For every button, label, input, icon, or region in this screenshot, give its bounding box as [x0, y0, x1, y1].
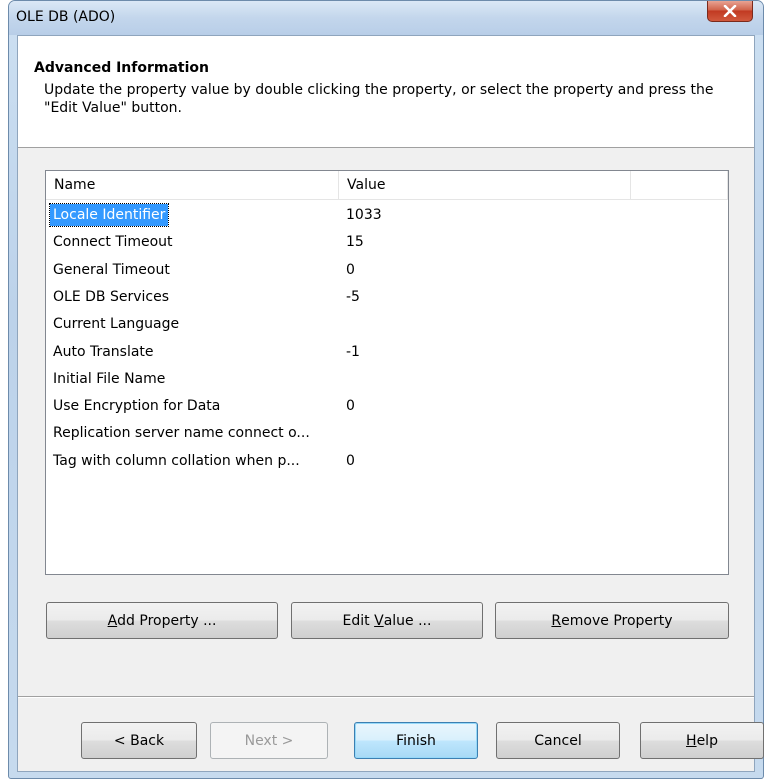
title-bar[interactable]: OLE DB (ADO): [9, 1, 763, 35]
column-header-value[interactable]: Value: [339, 171, 631, 199]
close-icon: [723, 5, 737, 17]
cancel-button[interactable]: Cancel: [496, 722, 620, 759]
property-value: -5: [346, 288, 360, 305]
table-row[interactable]: Tag with column collation when p... 0: [46, 448, 728, 475]
property-name: Tag with column collation when p...: [53, 452, 300, 469]
property-value: 1033: [346, 207, 382, 223]
add-property-label: dd Property ...: [117, 612, 217, 629]
property-name: Replication server name connect o...: [53, 425, 310, 442]
window-title: OLE DB (ADO): [16, 9, 116, 25]
back-button[interactable]: < Back: [81, 722, 197, 759]
help-button[interactable]: Help: [640, 722, 764, 759]
property-value: 0: [346, 398, 355, 415]
property-name: Auto Translate: [53, 343, 154, 360]
finish-button[interactable]: Finish: [354, 722, 478, 759]
property-name: Current Language: [53, 316, 180, 333]
properties-list[interactable]: Name Value Locale Identifier 1033 Connect …: [45, 170, 729, 575]
remove-property-mnemonic: R: [551, 612, 562, 629]
table-row[interactable]: Connect Timeout 15: [46, 229, 728, 256]
back-button-label: < Back: [113, 732, 165, 749]
cancel-button-label: Cancel: [534, 732, 582, 749]
property-value: -1: [346, 343, 360, 360]
add-property-button[interactable]: Add Property ...: [46, 602, 278, 639]
property-value: 0: [346, 261, 355, 278]
table-row[interactable]: Locale Identifier 1033: [46, 202, 728, 229]
edit-value-mnemonic: V: [374, 612, 384, 629]
next-button: Next >: [210, 722, 328, 759]
remove-property-label: emove Property: [561, 612, 673, 629]
table-row[interactable]: Auto Translate -1: [46, 339, 728, 366]
column-header-name[interactable]: Name: [46, 171, 339, 199]
property-name: Locale Identifier: [48, 203, 170, 227]
add-property-mnemonic: A: [107, 612, 118, 629]
next-button-label: Next >: [244, 732, 294, 749]
table-row[interactable]: OLE DB Services -5: [46, 284, 728, 311]
dialog-client-area: Advanced Information Update the property…: [17, 35, 764, 772]
page-title: Advanced Information: [34, 60, 209, 76]
dialog-window: OLE DB (ADO) Advanced Information Update…: [8, 0, 764, 779]
column-header-blank[interactable]: [631, 171, 728, 199]
property-name: Initial File Name: [53, 370, 166, 387]
property-name: General Timeout: [53, 261, 170, 278]
table-row[interactable]: Replication server name connect o...: [46, 420, 728, 447]
table-row[interactable]: General Timeout 0: [46, 257, 728, 284]
page-description: Update the property value by double clic…: [44, 82, 714, 116]
footer-separator: [18, 696, 754, 698]
edit-value-label-prefix: Edit: [342, 612, 375, 629]
table-row[interactable]: Use Encryption for Data 0: [46, 393, 728, 420]
close-button[interactable]: [707, 1, 753, 22]
help-mnemonic: H: [686, 732, 697, 749]
remove-property-button[interactable]: Remove Property: [495, 602, 729, 639]
property-name: OLE DB Services: [53, 288, 169, 305]
help-button-label: elp: [696, 732, 718, 749]
finish-button-label: Finish: [396, 732, 436, 749]
table-row[interactable]: Initial File Name: [46, 366, 728, 393]
property-value: 15: [346, 234, 364, 251]
edit-value-button[interactable]: Edit Value ...: [291, 602, 483, 639]
edit-value-label: alue ...: [383, 612, 432, 629]
property-value: 0: [346, 452, 355, 469]
header-panel: Advanced Information Update the property…: [18, 36, 754, 148]
property-name: Connect Timeout: [53, 234, 173, 251]
property-name: Use Encryption for Data: [53, 398, 221, 415]
list-header: Name Value: [46, 171, 728, 200]
table-row[interactable]: Current Language: [46, 311, 728, 338]
